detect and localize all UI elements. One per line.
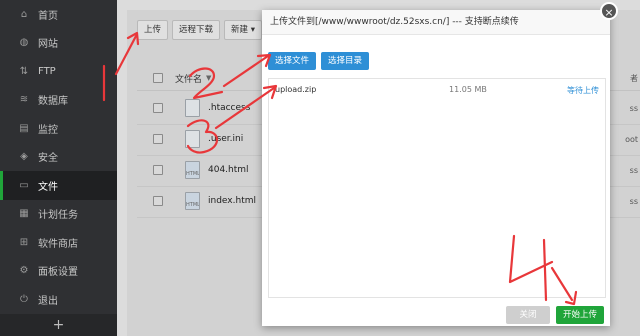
sidebar-item-label: 监控 (38, 124, 58, 136)
file-icon (185, 130, 200, 148)
grid-icon: ⊞ (19, 236, 29, 248)
html-file-icon: HTML (185, 192, 200, 210)
row-checkbox[interactable] (153, 196, 163, 206)
sidebar-item-7[interactable]: ▦ 计划任务 (0, 200, 117, 229)
select-all-checkbox[interactable] (153, 73, 163, 83)
sidebar-item-1[interactable]: ◍ 网站 (0, 29, 117, 58)
sidebar-item-0[interactable]: ⌂ 首页 (0, 0, 117, 29)
monitor-icon: ▤ (19, 122, 29, 134)
column-owner: 者 (630, 73, 638, 83)
upload-file-status: 等待上传 (567, 86, 599, 95)
close-icon[interactable]: × (600, 2, 618, 20)
sort-icon[interactable]: ▼ (206, 74, 211, 82)
file-owner: ss (629, 165, 638, 175)
html-file-icon: HTML (185, 161, 200, 179)
row-checkbox[interactable] (153, 165, 163, 175)
sidebar-item-label: 安全 (38, 153, 58, 165)
calendar-icon: ▦ (19, 208, 29, 220)
select-directory-button[interactable]: 选择目录 (321, 52, 370, 70)
new-button[interactable]: 新建 ▾ (224, 20, 263, 40)
sidebar-item-label: 数据库 (38, 96, 68, 108)
upload-file-name: upload.zip (275, 85, 317, 94)
column-filename[interactable]: 文件名 (175, 72, 202, 85)
sidebar-add-button[interactable]: + (0, 314, 117, 336)
sidebar-item-10[interactable]: ⏻ 退出 (0, 285, 117, 314)
sidebar-item-9[interactable]: ⚙ 面板设置 (0, 257, 117, 286)
toolbar: 上传 远程下载 新建 ▾ (137, 20, 263, 40)
sidebar-item-label: 面板设置 (38, 267, 78, 279)
sidebar-item-5[interactable]: ◈ 安全 (0, 143, 117, 172)
gear-icon: ⚙ (19, 265, 29, 277)
sidebar-item-6[interactable]: ▭ 文件 (0, 171, 117, 200)
sidebar-item-4[interactable]: ▤ 监控 (0, 114, 117, 143)
globe-icon: ◍ (19, 37, 29, 49)
row-checkbox[interactable] (153, 103, 163, 113)
sidebar-item-label: 计划任务 (38, 210, 78, 222)
sidebar-item-label: 退出 (38, 295, 58, 307)
upload-file-size: 11.05 MB (449, 85, 487, 94)
upload-file-list: upload.zip 11.05 MB 等待上传 (268, 78, 606, 298)
remote-download-button[interactable]: 远程下载 (172, 20, 221, 40)
sidebar-item-label: FTP (38, 65, 56, 77)
upload-button[interactable]: 上传 (137, 20, 169, 40)
database-icon: ≋ (19, 94, 29, 106)
file-name[interactable]: .user.ini (208, 134, 243, 144)
file-name[interactable]: .htaccess (208, 103, 250, 113)
row-checkbox[interactable] (153, 134, 163, 144)
shield-icon: ◈ (20, 151, 28, 163)
caret-down-icon: ▾ (250, 25, 256, 35)
sidebar-item-label: 首页 (38, 10, 58, 22)
start-upload-button[interactable]: 开始上传 (556, 306, 604, 324)
folder-icon: ▭ (19, 179, 29, 191)
ftp-icon: ⇅ (19, 65, 29, 77)
dialog-title: 上传文件到[/www/wwwroot/dz.52sxs.cn/] --- 支持断… (262, 10, 610, 35)
upload-dialog: 上传文件到[/www/wwwroot/dz.52sxs.cn/] --- 支持断… (262, 10, 610, 326)
upload-file-row: upload.zip 11.05 MB 等待上传 (269, 85, 605, 99)
file-owner: ss (629, 103, 638, 113)
select-file-button[interactable]: 选择文件 (268, 52, 317, 70)
file-icon (185, 99, 200, 117)
new-button-label: 新建 (231, 25, 249, 35)
file-owner: ss (629, 196, 638, 206)
sidebar-item-8[interactable]: ⊞ 软件商店 (0, 228, 117, 257)
sidebar-item-label: 网站 (38, 39, 58, 51)
file-name[interactable]: 404.html (208, 165, 249, 175)
sidebar: ⌂ 首页 ◍ 网站 ⇅ FTP ≋ 数据库 ▤ 监控 ◈ 安全 ▭ 文件 ▦ 计划任务 ⊞ 软件商店 ⚙ 面板设置 ⏻ 退… (0, 0, 117, 336)
logout-icon: ⏻ (20, 293, 28, 305)
close-dialog-button[interactable]: 关闭 (506, 306, 550, 324)
file-owner: oot (625, 134, 638, 144)
sidebar-item-2[interactable]: ⇅ FTP (0, 57, 117, 86)
home-icon: ⌂ (20, 8, 28, 20)
sidebar-item-3[interactable]: ≋ 数据库 (0, 86, 117, 115)
sidebar-item-label: 软件商店 (38, 238, 78, 250)
sidebar-item-label: 文件 (38, 181, 58, 193)
file-name[interactable]: index.html (208, 196, 256, 206)
